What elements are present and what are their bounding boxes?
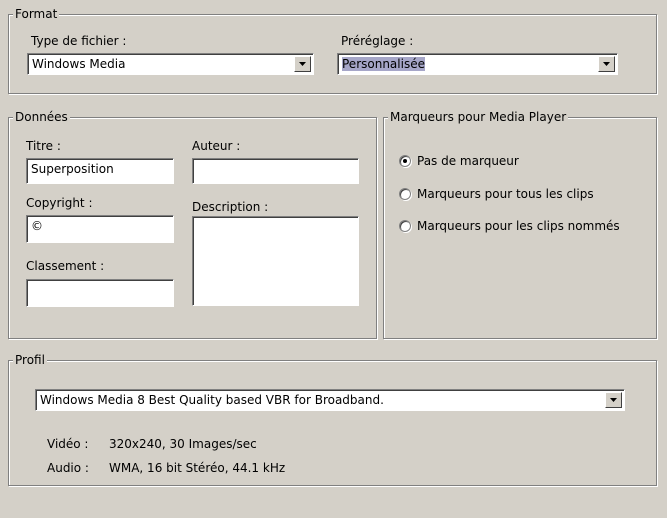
title-label: Titre :	[26, 139, 61, 153]
file-type-dropdown-button[interactable]	[294, 56, 311, 72]
file-type-value: Windows Media	[32, 57, 126, 71]
format-legend: Format	[13, 7, 60, 21]
profile-legend: Profil	[13, 353, 47, 367]
rating-field[interactable]	[26, 279, 174, 307]
video-label: Vidéo :	[47, 437, 89, 451]
radio-all-clips-label: Marqueurs pour tous les clips	[417, 187, 594, 201]
profile-value: Windows Media 8 Best Quality based VBR f…	[40, 393, 384, 407]
rating-label: Classement :	[26, 259, 105, 273]
format-group: Format Type de fichier : Windows Media P…	[8, 7, 657, 94]
profile-dropdown-button[interactable]	[605, 392, 622, 408]
radio-button-icon[interactable]	[399, 155, 411, 167]
profile-group: Profil Windows Media 8 Best Quality base…	[8, 353, 657, 486]
audio-value: WMA, 16 bit Stéréo, 44.1 kHz	[109, 461, 286, 475]
markers-legend: Marqueurs pour Media Player	[388, 110, 569, 124]
title-field[interactable]: Superposition	[26, 158, 174, 184]
copyright-label: Copyright :	[26, 196, 93, 210]
radio-named-clips[interactable]: Marqueurs pour les clips nommés	[399, 219, 620, 233]
audio-label: Audio :	[47, 461, 89, 475]
file-type-select[interactable]: Windows Media	[27, 53, 314, 75]
preset-value: Personnalisée	[342, 57, 425, 71]
author-label: Auteur :	[192, 139, 241, 153]
chevron-down-icon	[299, 62, 306, 66]
radio-button-icon[interactable]	[399, 188, 411, 200]
data-group: Données Titre : Superposition Auteur : C…	[8, 110, 377, 339]
file-type-label: Type de fichier :	[31, 34, 127, 48]
radio-no-marker-label: Pas de marqueur	[417, 154, 519, 168]
profile-select[interactable]: Windows Media 8 Best Quality based VBR f…	[35, 389, 625, 411]
radio-selected-dot	[403, 159, 407, 163]
chevron-down-icon	[603, 62, 610, 66]
radio-named-clips-label: Marqueurs pour les clips nommés	[417, 219, 620, 233]
chevron-down-icon	[610, 398, 617, 402]
radio-no-marker[interactable]: Pas de marqueur	[399, 154, 519, 168]
preset-select[interactable]: Personnalisée	[337, 53, 618, 75]
markers-group: Marqueurs pour Media Player Pas de marqu…	[383, 110, 657, 339]
preset-label: Préréglage :	[341, 34, 414, 48]
description-label: Description :	[192, 200, 269, 214]
video-value: 320x240, 30 Images/sec	[109, 437, 257, 451]
radio-button-icon[interactable]	[399, 220, 411, 232]
copyright-field[interactable]: ©	[26, 215, 174, 243]
author-field[interactable]	[192, 158, 359, 184]
preset-dropdown-button[interactable]	[598, 56, 615, 72]
radio-all-clips[interactable]: Marqueurs pour tous les clips	[399, 187, 594, 201]
data-legend: Données	[13, 110, 70, 124]
description-field[interactable]	[192, 216, 359, 306]
